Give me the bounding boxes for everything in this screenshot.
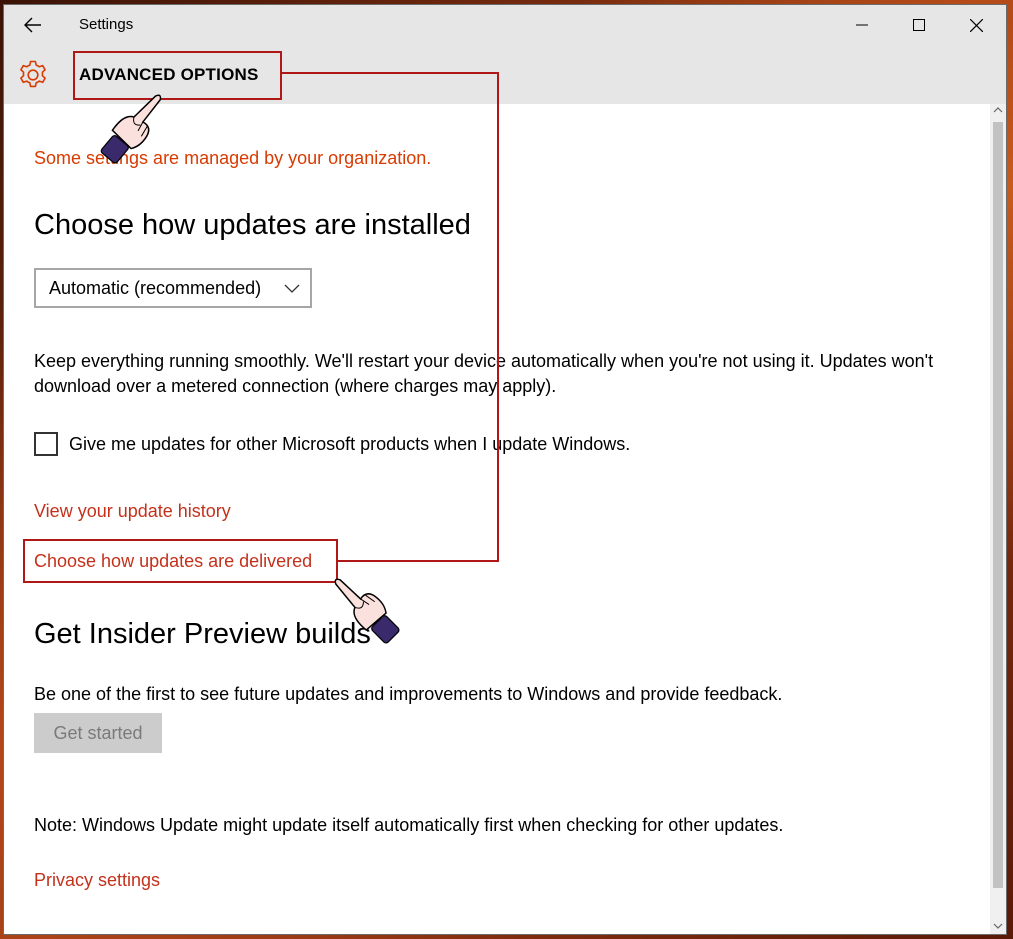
close-icon	[969, 18, 983, 32]
managed-notice: Some settings are managed by your organi…	[34, 148, 432, 168]
delivery-optimization-link[interactable]: Choose how updates are delivered	[34, 551, 312, 572]
update-history-link[interactable]: View your update history	[34, 501, 231, 522]
install-heading: Choose how updates are installed	[34, 209, 471, 241]
settings-window: Settings ADVANCED OPTIONS Some settings …	[4, 5, 1006, 934]
get-started-button[interactable]: Get started	[34, 713, 162, 753]
main-content: Some settings are managed by your organi…	[34, 104, 986, 934]
privacy-settings-link[interactable]: Privacy settings	[34, 870, 160, 891]
app-title: Settings	[79, 16, 134, 33]
other-products-label[interactable]: Give me updates for other Microsoft prod…	[69, 434, 630, 455]
install-mode-dropdown[interactable]: Automatic (recommended)	[34, 268, 312, 308]
insider-description: Be one of the first to see future update…	[34, 684, 783, 704]
chevron-down-icon	[284, 284, 300, 293]
page-header: ADVANCED OPTIONS	[4, 45, 1006, 104]
other-products-option: Give me updates for other Microsoft prod…	[34, 432, 630, 456]
back-arrow-icon	[24, 17, 41, 33]
page-title: ADVANCED OPTIONS	[79, 65, 259, 84]
insider-heading: Get Insider Preview builds	[34, 618, 371, 650]
scroll-thumb[interactable]	[993, 122, 1003, 888]
update-note: Note: Windows Update might update itself…	[34, 815, 784, 835]
gear-icon	[20, 60, 46, 88]
maximize-icon	[913, 19, 925, 31]
minimize-icon	[856, 24, 868, 26]
scroll-down-icon[interactable]	[993, 922, 1003, 930]
scroll-up-icon[interactable]	[993, 106, 1003, 114]
vertical-scrollbar[interactable]	[990, 104, 1006, 934]
maximize-button[interactable]	[891, 5, 947, 45]
title-bar: Settings	[4, 5, 1006, 45]
other-products-checkbox[interactable]	[34, 432, 58, 456]
minimize-button[interactable]	[834, 5, 890, 45]
close-button[interactable]	[948, 5, 1004, 45]
install-description: Keep everything running smoothly. We'll …	[34, 351, 934, 396]
install-mode-value: Automatic (recommended)	[49, 277, 262, 298]
back-button[interactable]	[14, 9, 52, 41]
